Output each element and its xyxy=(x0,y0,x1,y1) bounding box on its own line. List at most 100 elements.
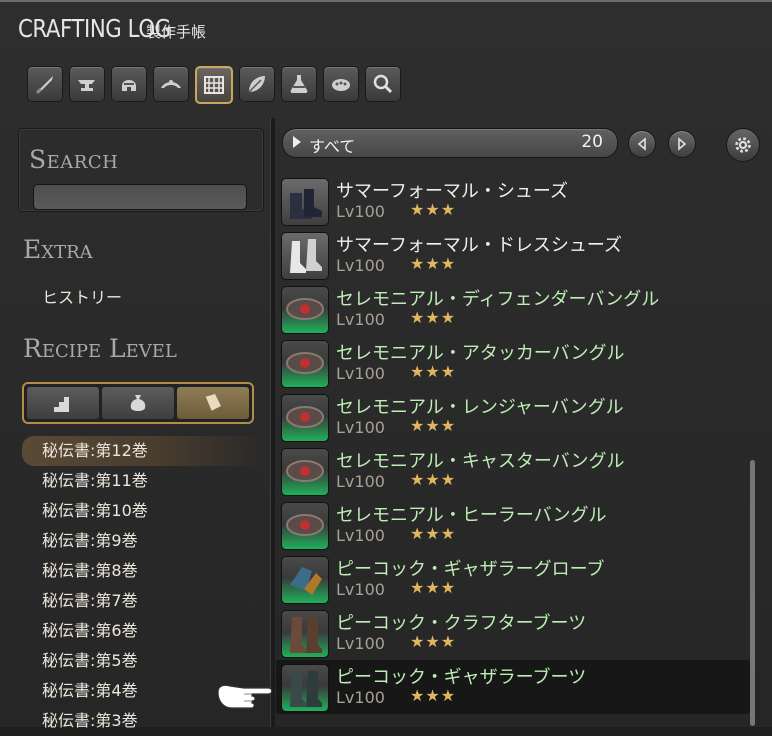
item-name: ピーコック・ギャザラーブーツ xyxy=(336,667,587,688)
shoes-icon xyxy=(290,189,322,219)
recipe-row[interactable]: セレモニアル・ディフェンダーバングル Lv100 ★★★ xyxy=(276,282,750,336)
dropdown-arrow-icon xyxy=(293,136,301,148)
chevron-right-icon xyxy=(678,137,687,151)
item-icon xyxy=(281,394,329,442)
boots-icon xyxy=(290,671,322,707)
item-level: Lv100 xyxy=(336,310,385,329)
volume-item[interactable]: 秘伝書:第8巻 xyxy=(22,556,266,586)
item-level: Lv100 xyxy=(336,526,385,545)
item-icon xyxy=(281,232,329,280)
item-stars: ★★★ xyxy=(410,524,457,543)
category-cooking[interactable] xyxy=(323,66,359,102)
boots-icon xyxy=(290,617,322,653)
item-stars: ★★★ xyxy=(410,632,457,651)
item-level: Lv100 xyxy=(336,364,385,383)
volume-item[interactable]: 秘伝書:第10巻 xyxy=(22,496,266,526)
volume-item[interactable]: 秘伝書:第5巻 xyxy=(22,646,266,676)
magnifier-icon xyxy=(373,74,393,94)
list-scrollbar[interactable] xyxy=(750,460,755,726)
pointing-hand-cursor-icon xyxy=(217,684,273,709)
volume-item[interactable]: 秘伝書:第9巻 xyxy=(22,526,266,556)
category-loom[interactable] xyxy=(195,66,233,104)
flask-icon xyxy=(290,75,308,93)
category-search[interactable] xyxy=(365,66,401,102)
bangle-icon xyxy=(286,406,324,428)
volume-item[interactable]: 秘伝書:第11巻 xyxy=(22,466,266,496)
item-level: Lv100 xyxy=(336,472,385,491)
category-leaf[interactable] xyxy=(239,66,275,102)
next-page-button[interactable] xyxy=(668,130,696,158)
item-level: Lv100 xyxy=(336,202,385,221)
recipe-level-heading: Recipe Level xyxy=(23,334,177,363)
gear-icon xyxy=(735,137,751,153)
helmet-icon xyxy=(122,80,136,91)
category-circlet[interactable] xyxy=(153,66,189,102)
recipe-level-tabs xyxy=(22,382,254,424)
filter-label: すべて xyxy=(309,137,356,156)
crafting-log-window: CRAFTING LOG 製作手帳 Search Extra ヒストリー Rec… xyxy=(0,0,772,730)
recipe-row[interactable]: サマーフォーマル・シューズ Lv100 ★★★ xyxy=(276,174,750,228)
extra-heading: Extra xyxy=(23,235,93,264)
recipe-row[interactable]: サマーフォーマル・ドレスシューズ Lv100 ★★★ xyxy=(276,228,750,282)
prev-page-button[interactable] xyxy=(628,130,656,158)
volume-item[interactable]: 秘伝書:第12巻 xyxy=(22,436,266,466)
category-flask[interactable] xyxy=(281,66,317,102)
filter-dropdown[interactable]: すべて 20 xyxy=(282,128,618,158)
item-name: ピーコック・ギャザラーグローブ xyxy=(336,559,605,580)
dress-shoes-icon xyxy=(290,239,322,273)
recipe-row[interactable]: ピーコック・クラフターブーツ Lv100 ★★★ xyxy=(276,606,750,660)
stairs-icon xyxy=(54,397,69,412)
item-name: サマーフォーマル・ドレスシューズ xyxy=(336,235,623,256)
item-stars: ★★★ xyxy=(410,686,457,705)
bangle-icon xyxy=(286,514,324,536)
item-stars: ★★★ xyxy=(410,254,457,273)
item-level: Lv100 xyxy=(336,688,385,707)
item-level: Lv100 xyxy=(336,634,385,653)
item-name: セレモニアル・キャスターバングル xyxy=(336,451,625,472)
category-sword[interactable] xyxy=(27,66,63,102)
item-stars: ★★★ xyxy=(410,308,457,327)
category-anvil[interactable] xyxy=(69,66,105,102)
volume-item[interactable]: 秘伝書:第6巻 xyxy=(22,616,266,646)
chevron-left-icon xyxy=(637,137,646,151)
item-level: Lv100 xyxy=(336,580,385,599)
recipe-row-selected[interactable]: ピーコック・ギャザラーブーツ Lv100 ★★★ xyxy=(276,660,750,714)
recipe-row[interactable]: ピーコック・ギャザラーグローブ Lv100 ★★★ xyxy=(276,552,750,606)
item-name: ピーコック・クラフターブーツ xyxy=(336,613,587,634)
item-stars: ★★★ xyxy=(410,470,457,489)
left-panel: Search Extra ヒストリー Recipe Level 秘伝書:第12巻… xyxy=(14,118,266,730)
window-title-bar[interactable]: CRAFTING LOG 製作手帳 xyxy=(18,14,206,54)
bag-icon xyxy=(130,395,146,411)
tab-master-books[interactable] xyxy=(177,387,249,419)
item-icon xyxy=(281,664,329,712)
item-stars: ★★★ xyxy=(410,416,457,435)
search-input[interactable] xyxy=(33,184,247,210)
volume-item[interactable]: 秘伝書:第7巻 xyxy=(22,586,266,616)
bangle-icon xyxy=(286,298,324,320)
recipe-row[interactable]: セレモニアル・レンジャーバングル Lv100 ★★★ xyxy=(276,390,750,444)
recipe-list-panel: すべて 20 サマーフォーマル・シューズ Lv100 ★★★ サマーフォーマル・… xyxy=(276,118,772,727)
item-level: Lv100 xyxy=(336,418,385,437)
cooking-pot-icon xyxy=(332,79,350,91)
tab-gathering-bag[interactable] xyxy=(102,387,174,419)
item-icon xyxy=(281,286,329,334)
item-stars: ★★★ xyxy=(410,362,457,381)
tab-level-range[interactable] xyxy=(27,387,99,419)
item-name: セレモニアル・ディフェンダーバングル xyxy=(336,289,660,310)
item-icon xyxy=(281,556,329,604)
item-icon xyxy=(281,610,329,658)
category-helmet[interactable] xyxy=(111,66,147,102)
settings-button[interactable] xyxy=(726,128,760,162)
item-stars: ★★★ xyxy=(410,578,457,597)
circlet-icon xyxy=(161,80,181,88)
window-title: CRAFTING LOG xyxy=(18,14,171,43)
recipe-row[interactable]: セレモニアル・アタッカーバングル Lv100 ★★★ xyxy=(276,336,750,390)
search-section: Search xyxy=(18,128,264,212)
recipe-row[interactable]: セレモニアル・ヒーラーバングル Lv100 ★★★ xyxy=(276,498,750,552)
category-bar xyxy=(27,66,401,104)
bangle-icon xyxy=(286,352,324,374)
history-link[interactable]: ヒストリー xyxy=(42,284,122,308)
gloves-icon xyxy=(290,567,322,595)
recipe-row[interactable]: セレモニアル・キャスターバングル Lv100 ★★★ xyxy=(276,444,750,498)
search-label: Search xyxy=(29,145,119,174)
